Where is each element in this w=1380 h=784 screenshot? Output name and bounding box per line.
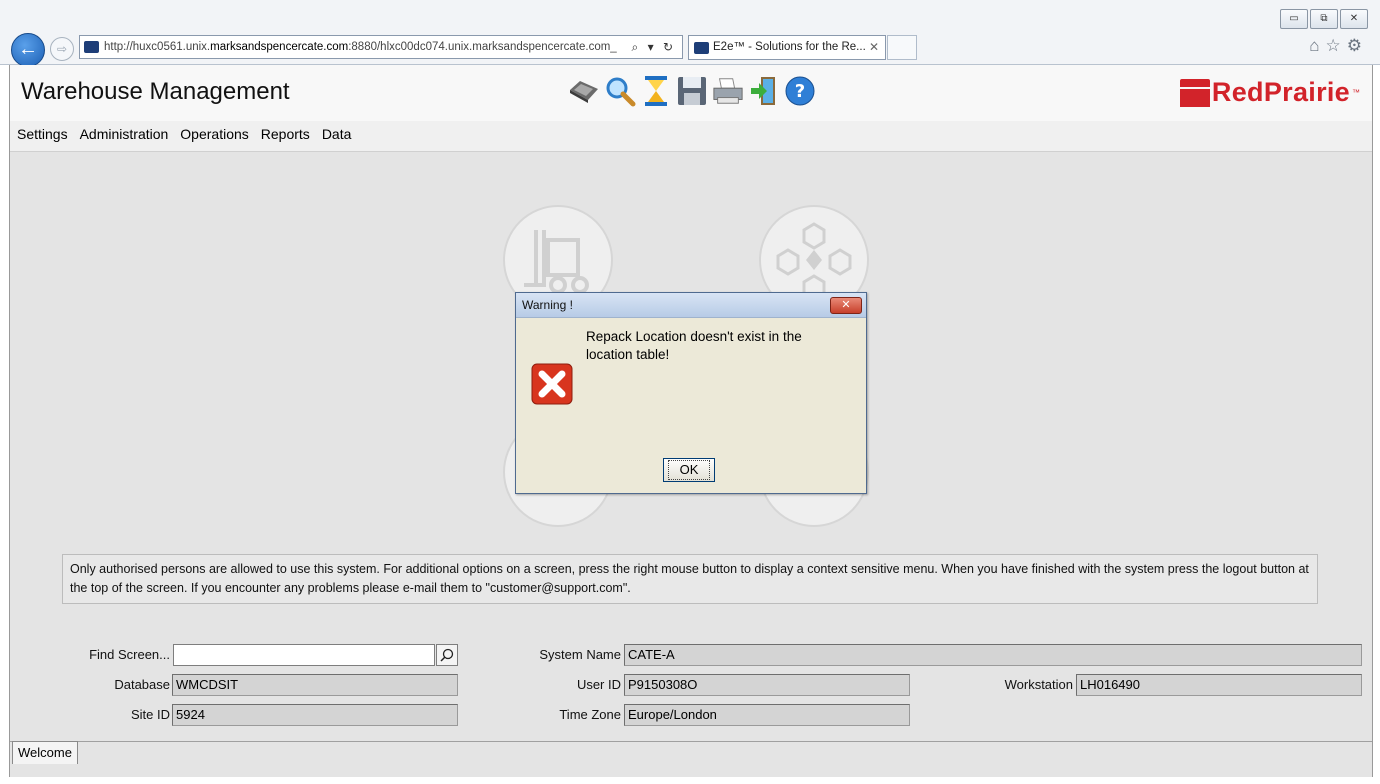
menu-operations[interactable]: Operations bbox=[174, 123, 254, 151]
address-bar[interactable]: http://huxc0561.unix.marksandspencercate… bbox=[79, 35, 683, 59]
error-icon bbox=[531, 363, 573, 405]
magnifier-icon bbox=[440, 648, 454, 662]
user-id-label: User ID bbox=[576, 677, 621, 692]
app-header: Warehouse Management ? RedPrairie ™ bbox=[10, 65, 1372, 121]
tab-strip-divider bbox=[10, 741, 1372, 742]
dialog-message: Repack Location doesn't exist in the loc… bbox=[586, 329, 802, 362]
back-button[interactable]: ← bbox=[11, 33, 45, 67]
brand-mark-icon bbox=[1179, 78, 1210, 107]
browser-tab[interactable]: E2e™ - Solutions for the Re... ✕ bbox=[688, 35, 886, 60]
usage-notice: Only authorised persons are allowed to u… bbox=[62, 554, 1318, 604]
menu-data[interactable]: Data bbox=[316, 123, 358, 151]
database-label: Database bbox=[114, 677, 170, 692]
address-tools[interactable]: ⌕ ▾ ↻ bbox=[632, 36, 676, 58]
browser-right-icons[interactable]: ⌂☆⚙ bbox=[1309, 36, 1368, 56]
ok-button[interactable]: OK bbox=[663, 458, 715, 482]
menu-bar: Settings Administration Operations Repor… bbox=[10, 121, 1372, 152]
system-name-label: System Name bbox=[539, 647, 621, 662]
url-domain: marksandspencercate.com bbox=[210, 41, 349, 53]
tab-welcome[interactable]: Welcome bbox=[12, 741, 78, 764]
brand-text: RedPrairie bbox=[1211, 77, 1350, 107]
menu-settings[interactable]: Settings bbox=[10, 123, 74, 151]
time-zone-field[interactable]: Europe/London bbox=[624, 704, 910, 726]
dialog-close-button[interactable]: ✕ bbox=[830, 297, 862, 314]
workstation-label: Workstation bbox=[1004, 677, 1073, 692]
print-icon[interactable] bbox=[712, 75, 744, 107]
find-screen-button[interactable] bbox=[436, 644, 458, 666]
hourglass-icon[interactable] bbox=[640, 75, 672, 107]
system-name-field[interactable]: CATE-A bbox=[624, 644, 1362, 666]
search-icon[interactable] bbox=[604, 75, 636, 107]
warning-dialog: Warning ! ✕ Repack Location doesn't exis… bbox=[515, 292, 867, 494]
inbox-icon[interactable] bbox=[568, 75, 600, 107]
site-id-label: Site ID bbox=[130, 707, 170, 722]
save-icon[interactable] bbox=[676, 75, 708, 107]
tab-title: E2e™ - Solutions for the Re... bbox=[713, 41, 866, 53]
url-suffix: :8880/hlxc00dc074.unix.marksandspencerca… bbox=[348, 41, 617, 53]
window-controls: ▭ ⧉ ✕ bbox=[1280, 9, 1368, 29]
tab-close-icon[interactable]: ✕ bbox=[869, 36, 879, 59]
site-id-field[interactable]: 5924 bbox=[172, 704, 458, 726]
ok-button-label: OK bbox=[668, 460, 710, 480]
close-window-button[interactable]: ✕ bbox=[1340, 9, 1368, 29]
user-id-field[interactable]: P9150308O bbox=[624, 674, 910, 696]
database-field[interactable]: WMCDSIT bbox=[172, 674, 458, 696]
url-prefix: http://huxc0561.unix. bbox=[104, 41, 211, 53]
restore-button[interactable]: ⧉ bbox=[1310, 9, 1338, 29]
new-tab-button[interactable] bbox=[887, 35, 917, 60]
menu-reports[interactable]: Reports bbox=[255, 123, 316, 151]
dialog-title-bar: Warning ! ✕ bbox=[516, 293, 866, 318]
svg-text:?: ? bbox=[795, 81, 805, 102]
browser-chrome: ▭ ⧉ ✕ ← ⇨ http://huxc0561.unix.marksands… bbox=[0, 0, 1380, 67]
tab-favicon-icon bbox=[694, 42, 709, 54]
menu-administration[interactable]: Administration bbox=[74, 123, 175, 151]
app-title: Warehouse Management bbox=[21, 78, 290, 105]
site-favicon-icon bbox=[84, 41, 99, 53]
app-window: Warehouse Management ? RedPrairie ™ Sett… bbox=[9, 65, 1373, 777]
time-zone-label: Time Zone bbox=[559, 707, 621, 722]
find-screen-label: Find Screen... bbox=[89, 647, 170, 662]
dialog-title: Warning ! bbox=[522, 298, 573, 312]
forward-button[interactable]: ⇨ bbox=[50, 37, 74, 61]
workstation-field[interactable]: LH016490 bbox=[1076, 674, 1362, 696]
help-icon[interactable]: ? bbox=[784, 75, 816, 107]
brand-logo: RedPrairie ™ bbox=[1179, 77, 1360, 108]
brand-tm: ™ bbox=[1352, 88, 1360, 97]
toolbar: ? bbox=[568, 75, 816, 107]
logout-icon[interactable] bbox=[748, 75, 780, 107]
find-screen-input[interactable] bbox=[173, 644, 435, 666]
minimize-button[interactable]: ▭ bbox=[1280, 9, 1308, 29]
